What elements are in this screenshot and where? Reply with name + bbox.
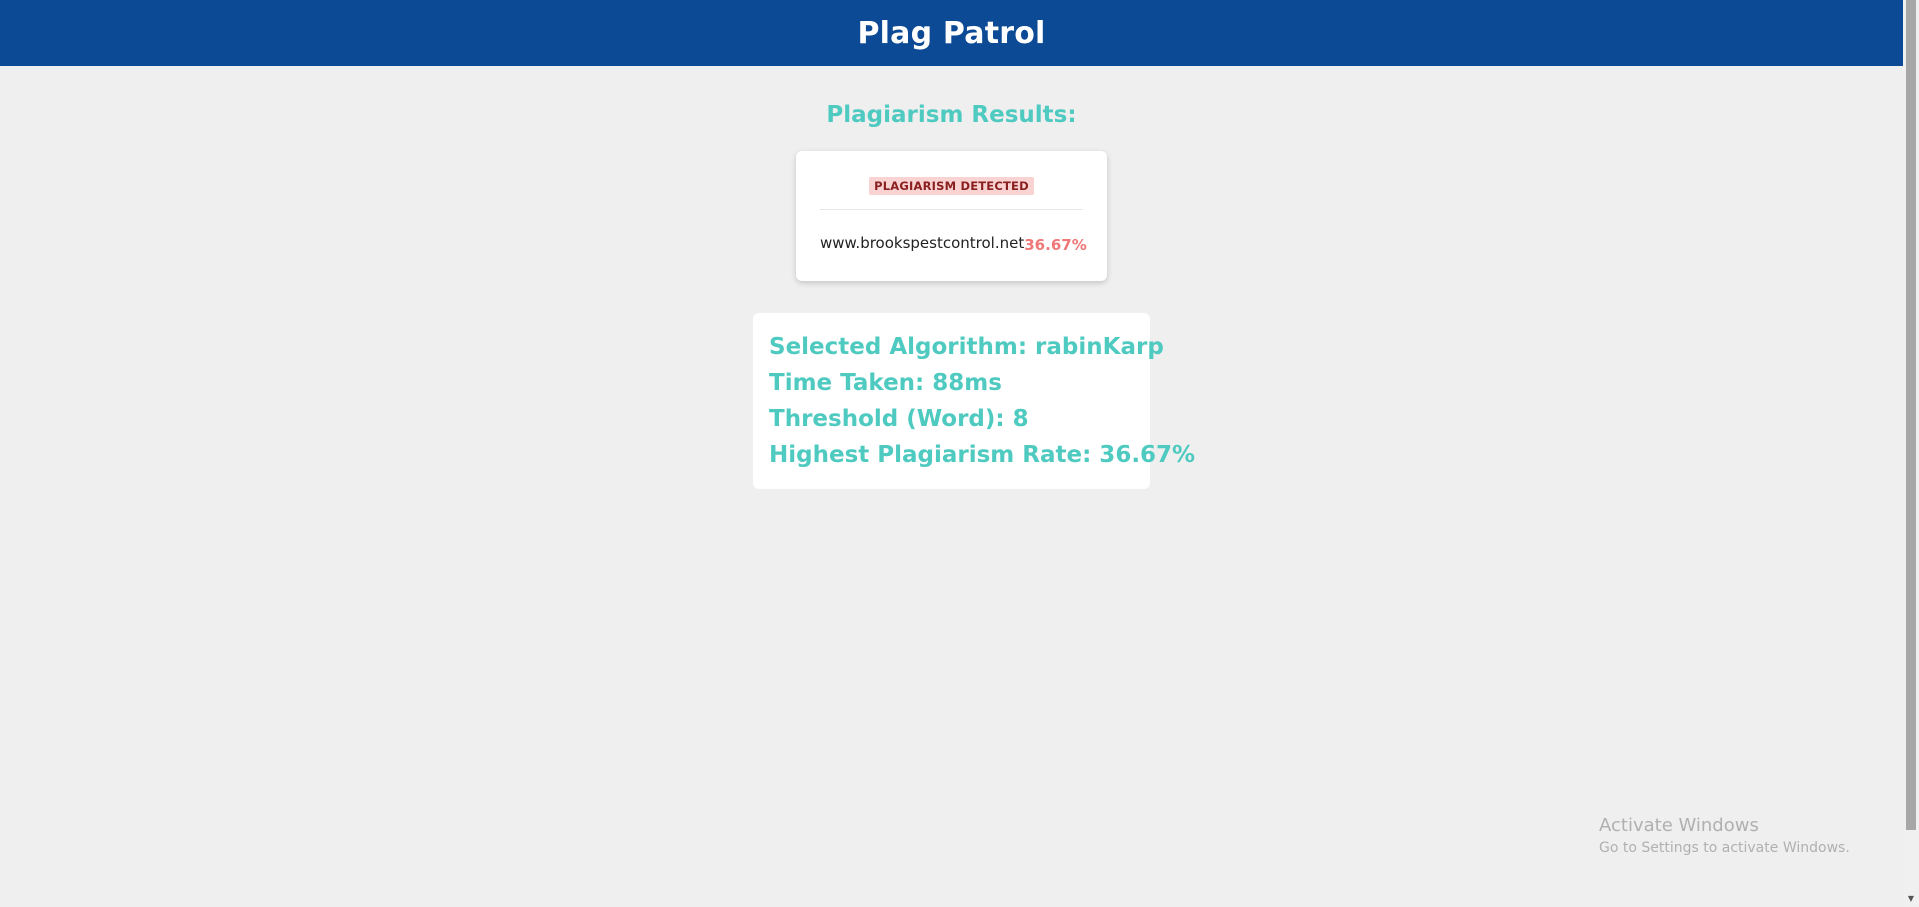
chevron-down-icon[interactable]: ▼	[1903, 891, 1919, 907]
vertical-scrollbar[interactable]: ▼	[1903, 0, 1919, 907]
selected-algorithm: Selected Algorithm: rabinKarp	[769, 334, 1164, 360]
main-content: Plagiarism Results: PLAGIARISM DETECTED …	[0, 66, 1903, 907]
top-navbar: Plag Patrol	[0, 0, 1903, 66]
threshold: Threshold (Word): 8	[769, 406, 1029, 432]
time-taken: Time Taken: 88ms	[769, 370, 1002, 396]
app-window: Plag Patrol Plagiarism Results: PLAGIARI…	[0, 0, 1919, 907]
highest-rate: Highest Plagiarism Rate: 36.67%	[769, 442, 1196, 468]
watermark-title: Activate Windows	[1599, 815, 1759, 836]
stats-card: Selected Algorithm: rabinKarp Time Taken…	[753, 313, 1196, 489]
match-rate: 36.67%	[1024, 236, 1087, 254]
status-badge: PLAGIARISM DETECTED	[869, 177, 1034, 195]
results-heading: Plagiarism Results:	[826, 102, 1077, 128]
match-row: www.brookspestcontrol.net 36.67%	[820, 210, 1087, 254]
app-title[interactable]: Plag Patrol	[857, 16, 1045, 51]
match-source: www.brookspestcontrol.net	[820, 234, 1025, 252]
windows-activation-watermark: Activate Windows Go to Settings to activ…	[1599, 814, 1850, 858]
badge-row: PLAGIARISM DETECTED	[820, 175, 1083, 210]
scrollbar-thumb[interactable]	[1906, 0, 1916, 830]
result-card: PLAGIARISM DETECTED www.brookspestcontro…	[796, 151, 1107, 281]
watermark-subtitle: Go to Settings to activate Windows.	[1599, 840, 1850, 856]
